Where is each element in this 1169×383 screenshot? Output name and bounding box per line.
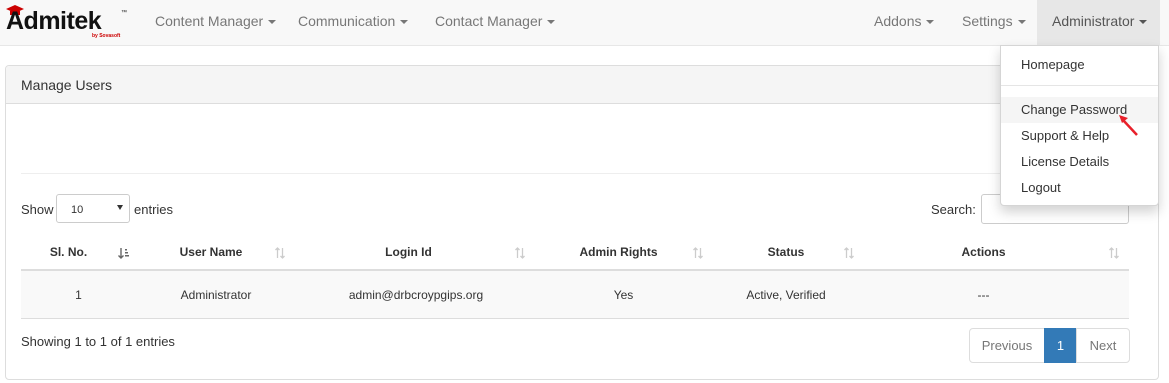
nav-communication[interactable]: Communication [283, 0, 423, 45]
cell-sl-no: 1 [75, 288, 82, 302]
column-header-admin-rights[interactable]: Admin Rights [536, 236, 701, 269]
column-header-status[interactable]: Status [711, 236, 861, 269]
caret-down-icon [547, 20, 556, 25]
nav-settings[interactable]: Settings [947, 0, 1041, 45]
table-header: Sl. No. User Name Login Id Admin Rights … [21, 236, 1129, 271]
nav-addons[interactable]: Addons [859, 0, 949, 45]
nav-administrator[interactable]: Administrator [1037, 0, 1160, 45]
nav-label: Communication [298, 13, 396, 29]
column-header-login-id[interactable]: Login Id [296, 236, 521, 269]
page-1-button[interactable]: 1 [1044, 328, 1077, 363]
show-label: Show [21, 202, 54, 217]
previous-button[interactable]: Previous [969, 328, 1045, 363]
nav-label: Addons [874, 13, 922, 29]
caret-down-icon [400, 20, 409, 25]
table-info: Showing 1 to 1 of 1 entries [21, 334, 175, 349]
nav-label: Content Manager [155, 13, 264, 29]
sort-both-icon[interactable] [843, 247, 855, 259]
caret-down-icon [1017, 20, 1026, 25]
menu-divider [1001, 85, 1158, 86]
brand-tagline: by Sovasoft [92, 33, 121, 39]
next-button[interactable]: Next [1076, 328, 1130, 363]
sort-both-icon[interactable] [514, 247, 526, 259]
entries-select[interactable]: 10 [56, 194, 130, 223]
nav-content-manager[interactable]: Content Manager [140, 0, 291, 45]
table-row: 1 Administrator admin@drbcroypgips.org Y… [21, 271, 1129, 319]
cell-status: Active, Verified [746, 288, 826, 302]
brand-trademark: ™ [121, 10, 127, 16]
entries-label: entries [134, 202, 174, 217]
nav-label: Administrator [1052, 13, 1135, 29]
dropdown-arrow-icon [117, 205, 123, 210]
sort-both-icon[interactable] [1108, 247, 1120, 259]
divider [21, 173, 1129, 174]
cell-login-id: admin@drbcroypgips.org [348, 288, 484, 302]
sort-ascending-icon[interactable] [118, 247, 130, 259]
top-navbar: Admitek ™ by Sovasoft Content Manager Co… [0, 0, 1169, 46]
cell-actions: --- [977, 288, 990, 302]
brand-logo[interactable]: Admitek ™ by Sovasoft [4, 4, 132, 42]
caret-down-icon [926, 20, 935, 25]
nav-contact-manager[interactable]: Contact Manager [420, 0, 570, 45]
menu-item-logout[interactable]: Logout [1001, 175, 1158, 201]
cell-admin-rights: Yes [613, 288, 634, 302]
manage-users-panel: Manage Users Show 10 entries Search: Sl.… [5, 65, 1159, 380]
caret-down-icon [268, 20, 277, 25]
nav-label: Contact Manager [435, 13, 543, 29]
column-header-actions[interactable]: Actions [871, 236, 1096, 269]
column-header-sl-no[interactable]: Sl. No. [21, 236, 116, 269]
panel-title: Manage Users [6, 66, 1158, 104]
column-header-user-name[interactable]: User Name [136, 236, 286, 269]
search-label: Search: [931, 202, 976, 217]
sort-both-icon[interactable] [274, 247, 286, 259]
nav-label: Settings [962, 13, 1013, 29]
cell-user-name: Administrator [180, 288, 252, 302]
menu-item-license-details[interactable]: License Details [1001, 149, 1158, 175]
menu-item-homepage[interactable]: Homepage [1001, 52, 1158, 78]
pointer-arrow-icon [1119, 115, 1138, 136]
sort-both-icon[interactable] [692, 247, 704, 259]
entries-select-value: 10 [71, 204, 84, 216]
brand-name: Admitek [6, 7, 102, 35]
caret-down-icon [1139, 20, 1148, 25]
